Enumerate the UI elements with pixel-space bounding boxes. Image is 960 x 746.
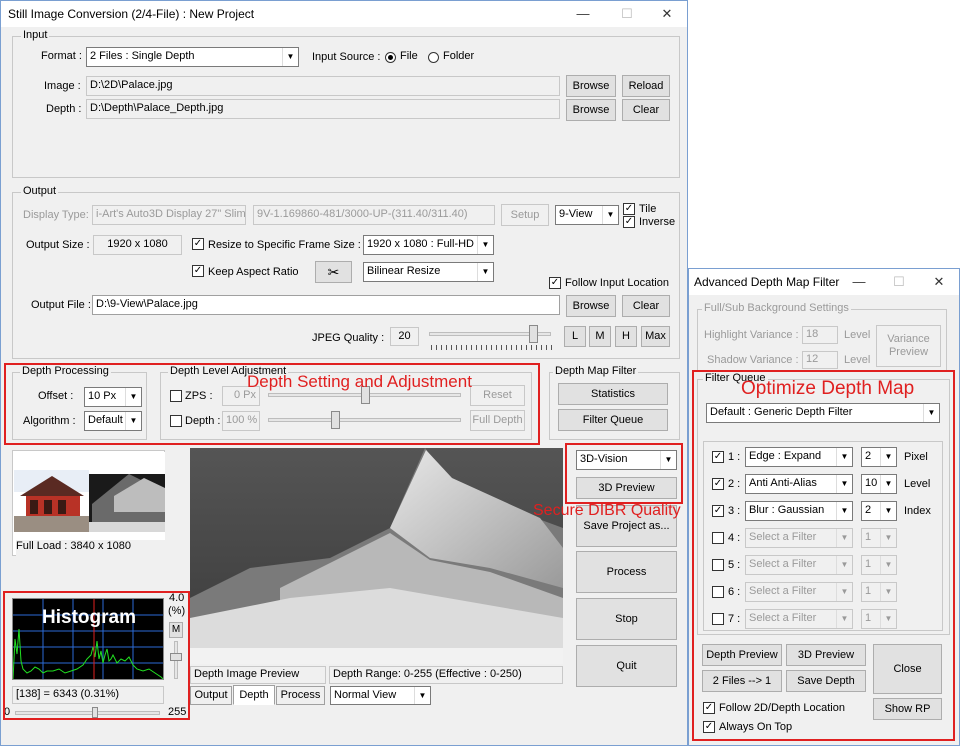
depth-map-filter-label: Depth Map Filter [553,365,639,377]
tab-depth[interactable]: Depth [233,685,275,705]
chevron-down-icon: ▼ [414,687,430,704]
display-model-field: 9V-1.169860-481/3000-UP-(311.40/311.40) [253,205,495,225]
thumbnail-frame: Full Load : 3840 x 1080 [12,450,165,556]
resize-checkbox[interactable]: ✓ [192,238,204,250]
quit-button[interactable]: Quit [576,645,677,687]
filter-titlebar[interactable]: Advanced Depth Map Filter — ☐ ✕ [689,269,959,295]
chevron-down-icon: ▼ [477,236,493,254]
secure-dibr-highlight [565,443,683,504]
radio-folder[interactable] [428,52,439,63]
radio-file-label[interactable]: File [400,50,418,62]
follow-input-checkbox[interactable]: ✓ [549,277,561,289]
view-select[interactable]: 9-View ▼ [555,205,619,225]
depth-path-field[interactable]: D:\Depth\Palace_Depth.jpg [86,99,560,119]
input-clear-button[interactable]: Clear [622,99,670,121]
output-file-field[interactable]: D:\9-View\Palace.jpg [92,295,560,315]
keep-aspect-checkbox[interactable]: ✓ [192,265,204,277]
output-file-label: Output File : [31,299,91,311]
depth-range-label: Depth Range: 0-255 (Effective : 0-250) [329,666,563,684]
scissors-icon: ✂ [327,264,340,280]
process-button[interactable]: Process [576,551,677,593]
filter-window-title: Advanced Depth Map Filter [694,275,840,289]
optimize-annotation: Optimize Depth Map [741,378,915,399]
depth-setting-annotation: Depth Setting and Adjustment [247,372,472,391]
secure-dibr-annotation: Secure DIBR Quality [533,502,681,519]
chevron-down-icon: ▼ [602,206,618,224]
chevron-down-icon: ▼ [282,48,298,66]
format-select[interactable]: 2 Files : Single Depth ▼ [86,47,299,67]
resize-label[interactable]: Resize to Specific Frame Size : [208,239,361,251]
statistics-button[interactable]: Statistics [558,383,668,405]
output-browse-button[interactable]: Browse [566,295,616,317]
shadow-variance-field: 12 [802,351,838,369]
frame-size-select[interactable]: 1920 x 1080 : Full-HD ▼ [363,235,494,255]
image-path-field[interactable]: D:\2D\Palace.jpg [86,76,560,96]
jpeg-quality-slider-thumb[interactable] [528,325,538,343]
quality-h-button[interactable]: H [615,326,637,347]
filter-queue-button[interactable]: Filter Queue [558,409,668,431]
depth-path-label: Depth : [46,103,82,115]
quality-max-button[interactable]: Max [641,326,670,347]
scissors-button[interactable]: ✂ [315,261,352,283]
background-settings-label: Full/Sub Background Settings [702,302,851,314]
inverse-label[interactable]: Inverse [639,216,675,228]
depth-browse-button[interactable]: Browse [566,99,616,121]
window-title: Still Image Conversion (2/4-File) : New … [8,7,255,21]
format-label: Format : [41,50,82,62]
resize-method-select[interactable]: Bilinear Resize ▼ [363,262,494,282]
close-icon[interactable]: ✕ [919,269,959,295]
minimize-icon[interactable]: — [839,269,879,295]
view-mode-select[interactable]: Normal View ▼ [330,686,431,705]
depth-image-preview-label: Depth Image Preview [190,666,326,684]
highlight-variance-field: 18 [802,326,838,344]
tab-process[interactable]: Process [276,686,325,705]
thumbnail-image [14,452,165,540]
highlight-variance-label: Highlight Variance : [704,329,799,341]
tab-output[interactable]: Output [190,686,232,705]
histogram-annotation: Histogram [42,607,136,628]
quality-m-button[interactable]: M [589,326,611,347]
inverse-checkbox[interactable]: ✓ [623,216,635,228]
jpeg-quality-field: 20 [390,327,419,346]
display-type-field: i-Art's Auto3D Display 27" Slim [92,205,246,225]
radio-folder-label[interactable]: Folder [443,50,474,62]
image-label: Image : [44,80,81,92]
chevron-down-icon: ▼ [477,263,493,281]
highlight-level-label: Level [844,329,871,341]
maximize-icon: ☐ [621,6,633,21]
close-icon[interactable]: ✕ [645,1,689,27]
tile-checkbox[interactable]: ✓ [623,203,635,215]
tile-label[interactable]: Tile [639,203,656,215]
reload-button[interactable]: Reload [622,75,670,97]
output-group-label: Output [21,185,59,197]
follow-input-label[interactable]: Follow Input Location [565,277,669,289]
quality-l-button[interactable]: L [564,326,586,347]
full-load-label: Full Load : 3840 x 1080 [16,540,165,556]
minimize-icon[interactable]: — [561,1,605,27]
display-type-label: Display Type: [23,209,89,221]
input-source-label: Input Source : [312,51,381,63]
jpeg-quality-label: JPEG Quality : [312,332,385,344]
maximize-icon: ☐ [893,274,905,289]
optimize-highlight [692,370,955,741]
radio-file[interactable] [385,52,396,63]
variance-preview-button: Variance Preview [876,325,941,367]
output-clear-button[interactable]: Clear [622,295,670,317]
output-size-field: 1920 x 1080 [93,235,182,255]
main-titlebar[interactable]: Still Image Conversion (2/4-File) : New … [1,1,687,27]
shadow-variance-label: Shadow Variance : [707,354,799,366]
image-browse-button[interactable]: Browse [566,75,616,97]
setup-button: Setup [501,204,549,226]
shadow-level-label: Level [844,354,871,366]
keep-aspect-label[interactable]: Keep Aspect Ratio [208,266,299,278]
jpeg-quality-ticks [431,345,552,350]
output-size-label: Output Size : [26,239,90,251]
stop-button[interactable]: Stop [576,598,677,640]
depth-image [190,448,563,664]
depth-image-preview[interactable] [190,448,563,664]
input-group-label: Input [21,29,50,41]
